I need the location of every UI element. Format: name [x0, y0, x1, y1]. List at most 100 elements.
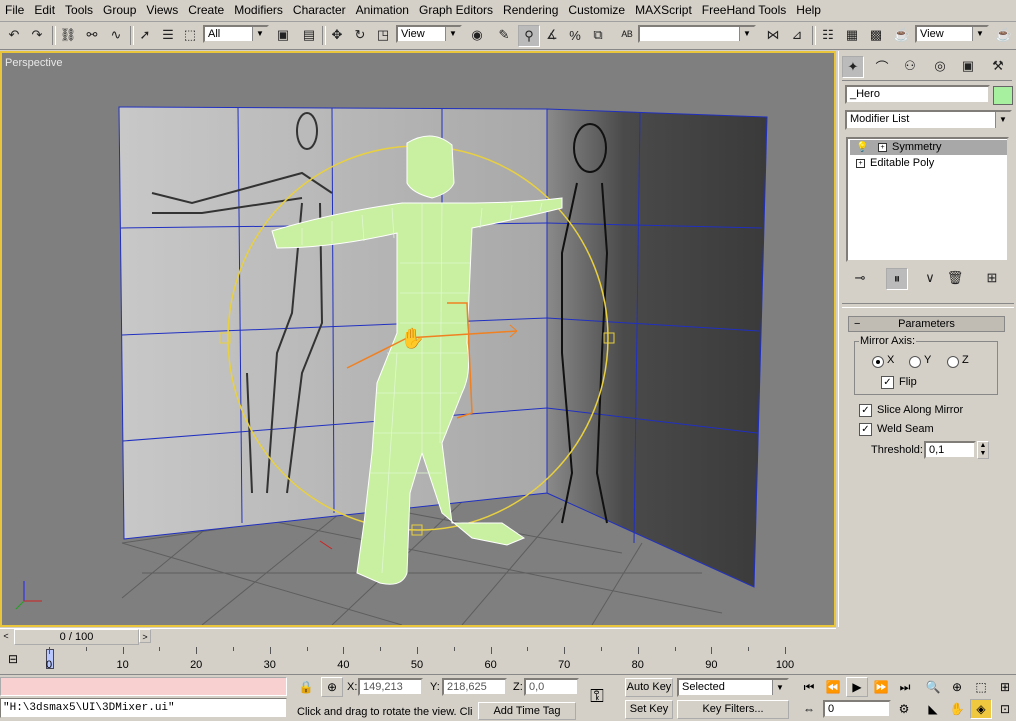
z-coordinate-field[interactable]: 0,0	[524, 678, 579, 696]
make-unique-icon[interactable]: ∨	[920, 268, 940, 288]
display-tab-icon[interactable]: ▣	[958, 56, 978, 76]
menu-rendering[interactable]: Rendering	[498, 0, 563, 21]
key-selection-dropdown[interactable]: Selected ▼	[677, 678, 789, 697]
previous-frame-icon[interactable]: ⏪	[822, 677, 844, 697]
lightbulb-icon[interactable]: 💡	[856, 140, 868, 155]
configure-sets-icon[interactable]: ⊞	[982, 268, 1002, 288]
show-end-result-icon[interactable]: ⏸	[886, 268, 908, 290]
pan-icon[interactable]: ✋	[946, 699, 968, 719]
play-icon[interactable]: ▶	[846, 677, 868, 697]
maximize-viewport-icon[interactable]: ⊡	[994, 699, 1016, 719]
zoom-extents-icon[interactable]: ⬚	[970, 677, 992, 697]
threshold-spinner[interactable]: ▲ ▼	[977, 441, 989, 459]
scale-icon[interactable]: ◳	[373, 25, 393, 45]
set-key-icon[interactable]: ⚿	[586, 686, 608, 706]
edit-named-selection-icon[interactable]: ᴬᴮ	[617, 25, 637, 45]
pin-stack-icon[interactable]: ⊸	[850, 268, 870, 288]
current-frame-field[interactable]: 0	[823, 700, 891, 718]
motion-tab-icon[interactable]: ◎	[930, 56, 950, 76]
percent-snap-icon[interactable]: %	[565, 25, 585, 45]
key-filters-button[interactable]: Key Filters...	[677, 700, 789, 719]
track-bar[interactable]: 0 10 20 30 40 50 60 70 80 90 100	[40, 647, 836, 673]
menu-modifiers[interactable]: Modifiers	[229, 0, 288, 21]
stack-item-editable-poly[interactable]: + Editable Poly	[850, 156, 1007, 171]
slice-along-mirror-checkbox[interactable]: ✓	[859, 404, 872, 417]
menu-edit[interactable]: Edit	[29, 0, 60, 21]
rotate-icon[interactable]: ↻	[350, 25, 370, 45]
key-mode-toggle-icon[interactable]: ⇔	[798, 699, 820, 719]
render-type-dropdown[interactable]: View ▼	[915, 25, 989, 43]
zoom-all-icon[interactable]: ⊕	[946, 677, 968, 697]
next-frame-icon[interactable]: ⏩	[870, 677, 892, 697]
menu-help[interactable]: Help	[791, 0, 826, 21]
menu-views[interactable]: Views	[141, 0, 183, 21]
maxscript-listener-line[interactable]: "H:\3dsmax5\UI\3DMixer.ui"	[0, 698, 287, 718]
mini-curve-editor-icon[interactable]: ⊟	[8, 652, 18, 666]
select-window-icon[interactable]: ▣	[273, 25, 293, 45]
object-name-field[interactable]: _Hero	[845, 85, 990, 104]
perspective-viewport[interactable]: Perspective ✋	[0, 51, 836, 627]
select-by-name-icon[interactable]: ☰	[158, 25, 178, 45]
modifier-list-dropdown[interactable]: Modifier List ▼	[845, 110, 1012, 130]
add-time-tag-button[interactable]: Add Time Tag	[478, 702, 576, 720]
create-tab-icon[interactable]: ✦	[842, 56, 864, 78]
mirror-axis-z-radio[interactable]	[947, 356, 959, 368]
auto-key-button[interactable]: Auto Key	[625, 678, 673, 697]
menu-freehand-tools[interactable]: FreeHand Tools	[697, 0, 792, 21]
field-of-view-icon[interactable]: ◣	[922, 699, 944, 719]
y-coordinate-field[interactable]: 218,625	[442, 678, 507, 696]
quick-render-icon[interactable]: ☕	[994, 25, 1014, 45]
expand-icon[interactable]: +	[856, 159, 865, 168]
menu-file[interactable]: File	[0, 0, 29, 21]
layers-icon[interactable]: ☷	[818, 25, 838, 45]
mirror-axis-y-radio[interactable]	[909, 356, 921, 368]
expand-icon[interactable]: +	[878, 143, 887, 152]
select-object-icon[interactable]: ➚	[135, 25, 155, 45]
menu-character[interactable]: Character	[288, 0, 351, 21]
menu-animation[interactable]: Animation	[351, 0, 414, 21]
object-color-swatch[interactable]	[993, 86, 1013, 105]
redo-icon[interactable]: ↷	[27, 25, 47, 45]
parameters-rollout-header[interactable]: − Parameters	[848, 316, 1005, 332]
named-selection-dropdown[interactable]: ▼	[638, 25, 756, 43]
curve-editor-icon[interactable]: ▦	[842, 25, 862, 45]
menu-graph-editors[interactable]: Graph Editors	[414, 0, 498, 21]
schematic-view-icon[interactable]: ▩	[866, 25, 886, 45]
pivot-center-icon[interactable]: ◉	[467, 25, 487, 45]
stack-item-symmetry[interactable]: 💡 + Symmetry	[850, 140, 1007, 155]
go-to-start-icon[interactable]: ⏮	[798, 677, 820, 697]
zoom-extents-all-icon[interactable]: ⊞	[994, 677, 1016, 697]
select-link-icon[interactable]: ⛓	[58, 25, 78, 45]
flip-checkbox[interactable]: ✓	[881, 376, 894, 389]
zoom-icon[interactable]: 🔍	[922, 677, 944, 697]
menu-customize[interactable]: Customize	[563, 0, 630, 21]
go-to-end-icon[interactable]: ⏭	[894, 677, 916, 697]
selection-filter-dropdown[interactable]: All ▼	[203, 25, 269, 43]
move-icon[interactable]: ✥	[327, 25, 347, 45]
render-icon[interactable]: ☕	[892, 25, 912, 45]
unlink-icon[interactable]: ⚯	[82, 25, 102, 45]
menu-tools[interactable]: Tools	[60, 0, 98, 21]
maxscript-listener-pink[interactable]	[0, 677, 287, 696]
window-crossing-icon[interactable]: ▤	[299, 25, 319, 45]
menu-maxscript[interactable]: MAXScript	[630, 0, 697, 21]
reference-coordinate-dropdown[interactable]: View ▼	[396, 25, 462, 43]
time-slider-thumb[interactable]: 0 / 100	[14, 629, 139, 645]
menu-create[interactable]: Create	[183, 0, 229, 21]
set-key-button[interactable]: Set Key	[625, 700, 673, 719]
weld-seam-checkbox[interactable]: ✓	[859, 423, 872, 436]
align-icon[interactable]: ⊿	[787, 25, 807, 45]
slider-prev-icon[interactable]: <	[0, 629, 12, 643]
remove-modifier-icon[interactable]: 🗑	[945, 268, 965, 288]
modify-tab-icon[interactable]: ⌒	[872, 56, 892, 76]
angle-snap-icon[interactable]: ∡	[542, 25, 562, 45]
bind-spacewarp-icon[interactable]: ∿	[106, 25, 126, 45]
select-manipulate-icon[interactable]: ✎	[494, 25, 514, 45]
lock-selection-icon[interactable]: 🔒	[295, 677, 317, 697]
x-coordinate-field[interactable]: 149,213	[358, 678, 423, 696]
hierarchy-tab-icon[interactable]: ⚇	[900, 56, 920, 76]
time-configuration-icon[interactable]: ⚙	[893, 699, 915, 719]
mirror-axis-x-radio[interactable]	[872, 356, 884, 368]
snap-toggle-icon[interactable]: ⚲	[518, 25, 540, 47]
absolute-mode-icon[interactable]: ⊕	[321, 677, 343, 697]
